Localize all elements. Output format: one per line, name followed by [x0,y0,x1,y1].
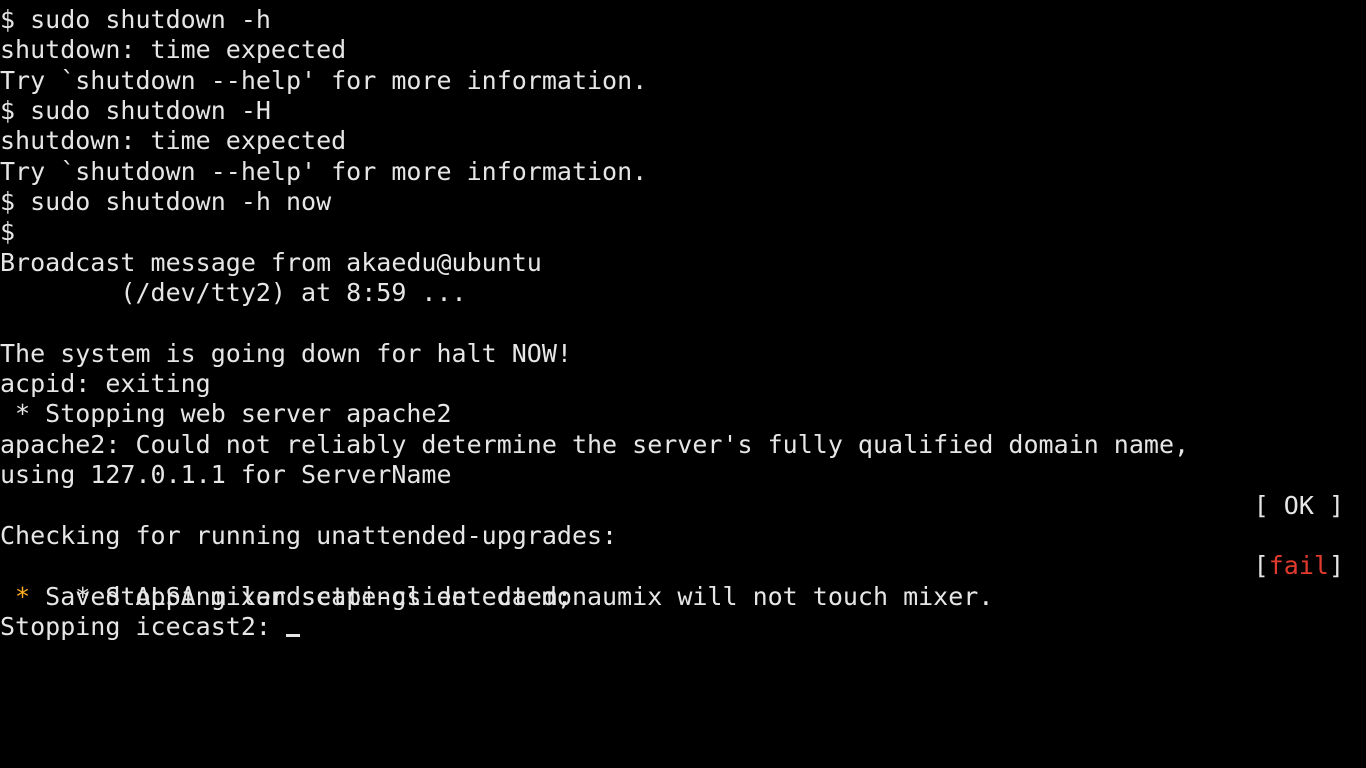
service-output-line: apache2: Could not reliably determine th… [0,429,1190,459]
command-line: $ sudo shutdown -H [0,96,271,126]
text-cursor [285,633,300,637]
fail-status-badge: [fail] [1254,551,1344,581]
halt-message-line: The system is going down for halt NOW! [0,338,572,368]
ok-status-badge: [ OK ] [1253,490,1344,520]
prompt-line: $ [0,217,16,247]
service-output-line: acpid: exiting [0,369,211,399]
alsa-line: * Saved ALSA mixer settings detected; au… [0,582,1366,612]
landscape-line: * Stopping landscape-client daemon [fail… [0,551,1366,610]
help-hint-line: Try `shutdown --help' for more informati… [0,65,648,95]
current-input-line[interactable]: Stopping icecast2: [0,612,1366,642]
error-line: shutdown: time expected [0,126,347,156]
terminal-console[interactable]: $ sudo shutdown -h shutdown: time expect… [0,0,1366,768]
command-line: $ sudo shutdown -h now [0,187,332,217]
ok-status-line: [ OK ] [0,491,1366,521]
checking-line: Checking for running unattended-upgrades… [0,520,618,550]
fail-word: fail [1268,551,1329,581]
fail-close-bracket: ] [1328,551,1344,581]
broadcast-tty-line: (/dev/tty2) at 8:59 ... [0,278,467,308]
icecast-stopping-text: Stopping icecast2: [0,611,286,641]
service-output-line: * Stopping web server apache2 [0,399,452,429]
service-output-line: using 127.0.1.1 for ServerName [0,460,452,490]
alsa-text: Saved ALSA mixer settings detected; aumi… [30,581,994,611]
help-hint-line: Try `shutdown --help' for more informati… [0,156,648,186]
error-line: shutdown: time expected [0,35,347,65]
warning-star-icon: * [0,581,31,611]
fail-open-bracket: [ [1253,551,1269,581]
command-line: $ sudo shutdown -h [0,5,271,34]
broadcast-header-line: Broadcast message from akaedu@ubuntu [0,247,542,277]
